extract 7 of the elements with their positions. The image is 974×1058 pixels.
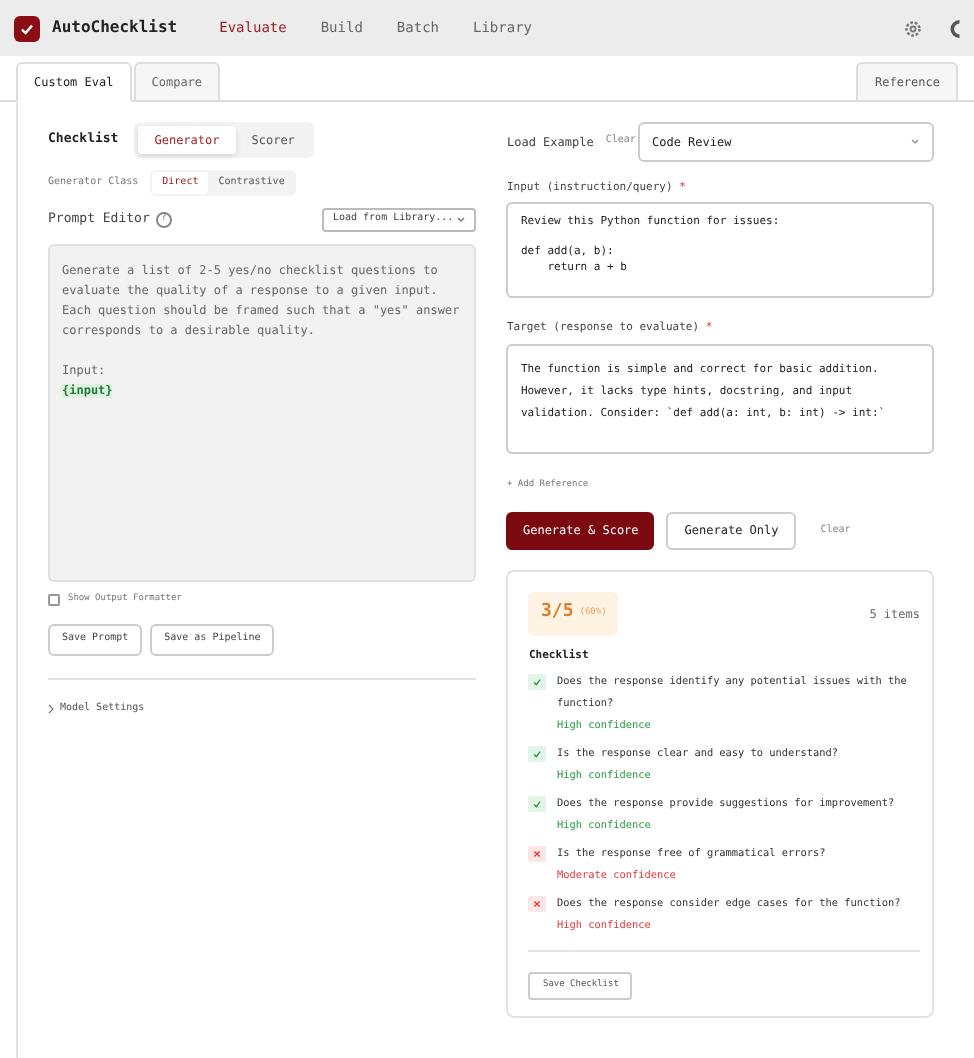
- checkbox[interactable]: [48, 594, 60, 607]
- app-title: AutoChecklist: [52, 16, 178, 40]
- chevron-down-icon: [456, 216, 467, 224]
- settings-icon[interactable]: [904, 19, 922, 37]
- score-value: 3/5: [540, 600, 574, 627]
- chevron-down-icon: [910, 138, 920, 146]
- logo-icon: [14, 15, 40, 41]
